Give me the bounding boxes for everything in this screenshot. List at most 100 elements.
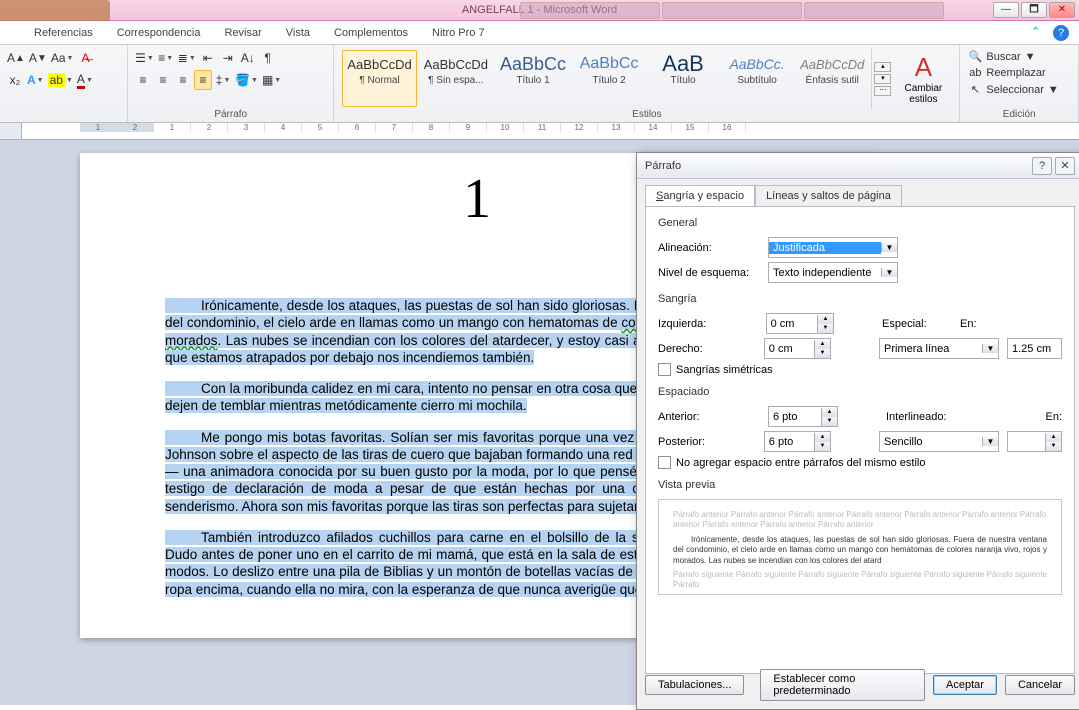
tab-lineas[interactable]: Líneas y saltos de página (755, 185, 902, 206)
section-sangria-label: Sangría (658, 293, 1062, 305)
dialog-body: General Alineación: Justificada▼ Nivel d… (645, 206, 1075, 674)
style-item[interactable]: AaBbCcDd¶ Sin espa... (419, 50, 493, 107)
tab-nitro[interactable]: Nitro Pro 7 (420, 21, 497, 45)
find-button[interactable]: 🔍Buscar ▼ (966, 48, 1072, 65)
style-item[interactable]: AaBbCcTítulo 1 (495, 50, 571, 107)
posterior-spinner[interactable]: 6 pto▲▼ (764, 431, 831, 452)
align-left-button[interactable]: ≡ (134, 70, 152, 90)
ribbon-toggle-icon[interactable]: ⌃ (1031, 25, 1047, 41)
no-agregar-check-row[interactable]: No agregar espacio entre párrafos del mi… (658, 456, 1062, 469)
font-color-button[interactable]: A▼ (76, 70, 94, 90)
tab-sangria[interactable]: Sangría y espacio (645, 185, 755, 206)
change-case-button[interactable]: Aa▼ (50, 48, 75, 68)
style-item[interactable]: AaBbCcDdÉnfasis sutil (795, 50, 869, 107)
change-styles-button[interactable]: A Cambiar estilos (893, 48, 953, 109)
align-center-button[interactable]: ≡ (154, 70, 172, 90)
derecho-label: Derecho: (658, 343, 756, 355)
style-item[interactable]: AaBbCc.Subtítulo (721, 50, 793, 107)
multilevel-button[interactable]: ≣▼ (177, 48, 197, 68)
grow-font-button[interactable]: A▲ (6, 48, 26, 68)
help-icon[interactable]: ? (1053, 25, 1069, 41)
replace-button[interactable]: abReemplazar (966, 65, 1072, 81)
section-espaciado-label: Espaciado (658, 386, 1062, 398)
search-icon: 🔍 (968, 50, 982, 63)
tab-vista[interactable]: Vista (274, 21, 322, 45)
dialog-close-button[interactable]: ✕ (1055, 157, 1075, 175)
increase-indent-button[interactable]: ⇥ (219, 48, 237, 68)
tab-revisar[interactable]: Revisar (212, 21, 273, 45)
borders-button[interactable]: ▦▼ (261, 70, 282, 90)
subscript-button[interactable]: x₂ (6, 70, 24, 90)
styles-more-button[interactable]: ⋯ (874, 86, 891, 96)
interlineado-label: Interlineado: (886, 411, 956, 423)
section-vista-label: Vista previa (658, 479, 1062, 491)
simetricas-check-row[interactable]: Sangrías simétricas (658, 363, 1062, 376)
highlight-button[interactable]: ab▼ (47, 70, 74, 90)
en-sangria-label: En: (960, 318, 1062, 330)
dialog-help-button[interactable]: ? (1032, 157, 1052, 175)
section-vista: Vista previa Párrafo anterior Párrafo an… (658, 479, 1062, 595)
aceptar-button[interactable]: Aceptar (933, 675, 997, 695)
text-effects-button[interactable]: A▼ (26, 70, 45, 90)
numbering-button[interactable]: ≡▼ (157, 48, 175, 68)
dialog-title: Párrafo (645, 160, 681, 172)
anterior-spinner[interactable]: 6 pto▲▼ (768, 406, 838, 427)
interlineado-combo[interactable]: Sencillo▼ (879, 431, 999, 452)
styles-scrollbar: ▴ ▾ ⋯ (871, 48, 893, 109)
izquierda-spinner[interactable]: 0 cm▲▼ (766, 313, 834, 334)
sort-button[interactable]: A↓ (239, 48, 257, 68)
clear-format-button[interactable]: A̶ (76, 48, 94, 68)
chevron-down-icon[interactable]: ▼ (881, 243, 897, 252)
shading-button[interactable]: 🪣▼ (234, 70, 259, 90)
en-inter-spinner[interactable]: ▲▼ (1007, 431, 1062, 452)
tabulaciones-button[interactable]: Tabulaciones... (645, 675, 744, 695)
tab-complementos[interactable]: Complementos (322, 21, 420, 45)
styles-down-button[interactable]: ▾ (874, 74, 891, 84)
derecho-spinner[interactable]: 0 cm▲▼ (764, 338, 831, 359)
chevron-down-icon[interactable]: ▼ (982, 344, 998, 353)
dialog-titlebar[interactable]: Párrafo ? ✕ (637, 153, 1079, 179)
ruler-corner (0, 123, 22, 140)
style-item[interactable]: AaBbCcDd¶ Normal (342, 50, 416, 107)
style-item[interactable]: AaBTítulo (647, 50, 719, 107)
styles-gallery: AaBbCcDd¶ NormalAaBbCcDd¶ Sin espa...AaB… (340, 48, 871, 109)
style-item[interactable]: AaBbCcTítulo 2 (573, 50, 645, 107)
tab-correspondencia[interactable]: Correspondencia (105, 21, 213, 45)
predeterminado-button[interactable]: Establecer como predeterminado (760, 669, 925, 701)
shrink-font-button[interactable]: A▼ (28, 48, 48, 68)
styles-group-label: Estilos (340, 109, 953, 121)
ribbon-paragraph-group: ☰▼ ≡▼ ≣▼ ⇤ ⇥ A↓ ¶ ≡ ≡ ≡ ≡ ‡▼ 🪣▼ ▦▼ Párra… (128, 45, 334, 122)
cursor-icon: ↖ (968, 83, 982, 96)
minimize-button[interactable]: — (993, 2, 1019, 18)
tab-referencias[interactable]: Referencias (22, 21, 105, 45)
align-justify-button[interactable]: ≡ (194, 70, 212, 90)
decrease-indent-button[interactable]: ⇤ (199, 48, 217, 68)
en-sangria-spinner[interactable]: 1.25 cm (1007, 338, 1062, 359)
ribbon-edit-group: 🔍Buscar ▼ abReemplazar ↖Seleccionar ▼ Ed… (960, 45, 1079, 122)
styles-up-button[interactable]: ▴ (874, 62, 891, 72)
alineacion-combo[interactable]: Justificada▼ (768, 237, 898, 258)
section-general: General Alineación: Justificada▼ Nivel d… (658, 217, 1062, 283)
bullets-button[interactable]: ☰▼ (134, 48, 155, 68)
izquierda-label: Izquierda: (658, 318, 758, 330)
maximize-button[interactable]: 🗖 (1021, 2, 1047, 18)
show-marks-button[interactable]: ¶ (259, 48, 277, 68)
overlay-tab[interactable] (662, 2, 802, 19)
paragraph-dialog: Párrafo ? ✕ Sangría y espacio Líneas y s… (636, 152, 1079, 710)
align-right-button[interactable]: ≡ (174, 70, 192, 90)
section-espaciado: Espaciado Anterior: 6 pto▲▼ Interlineado… (658, 386, 1062, 469)
chevron-down-icon[interactable]: ▼ (982, 437, 998, 446)
especial-combo[interactable]: Primera línea▼ (879, 338, 999, 359)
horizontal-ruler[interactable]: 1212345678910111213141516 (22, 123, 1079, 140)
checkbox-icon[interactable] (658, 456, 671, 469)
line-spacing-button[interactable]: ‡▼ (214, 70, 232, 90)
checkbox-icon[interactable] (658, 363, 671, 376)
overlay-tab[interactable] (804, 2, 944, 19)
overlay-tab[interactable] (520, 2, 660, 19)
nivel-combo[interactable]: Texto independiente▼ (768, 262, 898, 283)
close-button[interactable]: ✕ (1049, 2, 1075, 18)
cancelar-button[interactable]: Cancelar (1005, 675, 1075, 695)
chevron-down-icon[interactable]: ▼ (881, 268, 897, 277)
select-button[interactable]: ↖Seleccionar ▼ (966, 81, 1072, 98)
change-styles-label: Cambiar estilos (893, 83, 953, 105)
